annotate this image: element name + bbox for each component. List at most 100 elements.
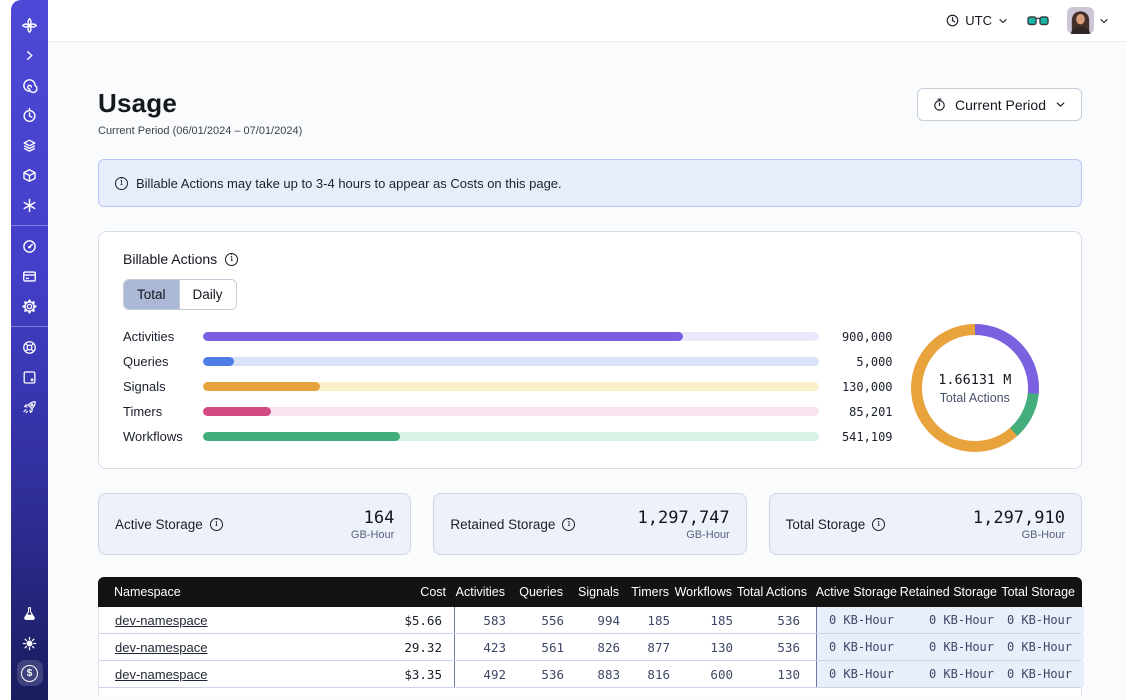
bar-value: 130,000 bbox=[831, 380, 893, 394]
clock-icon bbox=[945, 13, 960, 28]
info-icon[interactable]: i bbox=[210, 518, 223, 531]
table-cell: 0 KB-Hour bbox=[906, 661, 1006, 687]
bar-value: 541,109 bbox=[831, 430, 893, 444]
table-cell: 0 KB-Hour bbox=[1006, 607, 1084, 633]
storage-card-unit: GB-Hour bbox=[638, 529, 730, 541]
table-cell: 536 bbox=[741, 634, 816, 660]
page-header: Usage Current Period (06/01/2024 – 07/01… bbox=[98, 88, 1082, 137]
main-content: Usage Current Period (06/01/2024 – 07/01… bbox=[48, 42, 1126, 700]
storage-summary-row: Active Storage i 164 GB-Hour Retained St… bbox=[98, 493, 1082, 555]
info-icon[interactable]: i bbox=[872, 518, 885, 531]
namespace-link[interactable]: dev-namespace bbox=[115, 640, 208, 655]
donut-total-label: Total Actions bbox=[940, 391, 1010, 405]
bar-label: Timers bbox=[123, 404, 191, 419]
credits-dollar-icon[interactable]: $ bbox=[11, 658, 48, 688]
storage-card-label: Total Storage bbox=[786, 517, 866, 532]
cube-icon[interactable] bbox=[11, 160, 48, 190]
sidebar-divider bbox=[11, 326, 48, 327]
col-cost: Cost bbox=[351, 577, 454, 607]
namespace-link[interactable]: dev-namespace bbox=[115, 613, 208, 628]
table-cell: 536 bbox=[741, 607, 816, 633]
table-cell: 883 bbox=[572, 661, 628, 687]
bar-row: Activities900,000 bbox=[123, 324, 893, 349]
table-cell: 600 bbox=[678, 661, 741, 687]
period-selector-button[interactable]: Current Period bbox=[917, 88, 1082, 121]
storage-card-unit: GB-Hour bbox=[973, 529, 1065, 541]
col-total-storage: Total Storage bbox=[1005, 577, 1083, 607]
bar-fill bbox=[203, 432, 400, 441]
billable-actions-card: Billable Actions i Total Daily Activitie… bbox=[98, 231, 1082, 469]
info-banner: i Billable Actions may take up to 3-4 ho… bbox=[98, 159, 1082, 207]
bar-fill bbox=[203, 382, 320, 391]
temporal-logo-icon[interactable] bbox=[11, 10, 48, 40]
bar-track bbox=[203, 382, 819, 391]
billable-tabs: Total Daily bbox=[123, 279, 237, 310]
sidebar-divider bbox=[11, 225, 48, 226]
timezone-label: UTC bbox=[965, 13, 992, 28]
namespace-usage-table: Namespace Cost Activities Queries Signal… bbox=[98, 577, 1082, 696]
schedules-timer-icon[interactable] bbox=[11, 100, 48, 130]
col-retained-storage: Retained Storage bbox=[905, 577, 1005, 607]
bar-track bbox=[203, 432, 819, 441]
donut-zone: 1.66131 M Total Actions bbox=[893, 324, 1057, 452]
billable-bars: Activities900,000Queries5,000Signals130,… bbox=[123, 324, 893, 452]
bar-value: 5,000 bbox=[831, 355, 893, 369]
table-cell: 130 bbox=[741, 661, 816, 687]
table-row-partial bbox=[98, 688, 1082, 696]
storage-card-unit: GB-Hour bbox=[351, 529, 394, 541]
table-cell: 130 bbox=[678, 634, 741, 660]
table-cell: 816 bbox=[628, 661, 678, 687]
bar-label: Signals bbox=[123, 379, 191, 394]
user-menu[interactable] bbox=[1067, 7, 1110, 34]
namespace-cell: dev-namespace bbox=[99, 634, 352, 660]
chevron-down-icon bbox=[1098, 15, 1110, 27]
bar-row: Timers85,201 bbox=[123, 399, 893, 424]
total-storage-card: Total Storage i 1,297,910 GB-Hour bbox=[769, 493, 1082, 555]
info-icon[interactable]: i bbox=[562, 518, 575, 531]
expand-chevron-icon[interactable] bbox=[11, 40, 48, 70]
usage-gauge-icon[interactable] bbox=[11, 231, 48, 261]
info-icon[interactable]: i bbox=[225, 253, 238, 266]
namespace-cell: dev-namespace bbox=[99, 661, 352, 687]
settings-gear-icon[interactable] bbox=[11, 291, 48, 321]
table-cell: 0 KB-Hour bbox=[1006, 634, 1084, 660]
table-cell: 583 bbox=[455, 607, 514, 633]
col-queries: Queries bbox=[513, 577, 571, 607]
table-cell: 0 KB-Hour bbox=[816, 661, 906, 687]
table-cell: $5.66 bbox=[352, 607, 455, 633]
layers-icon[interactable] bbox=[11, 130, 48, 160]
namespaces-swirl-icon[interactable] bbox=[11, 70, 48, 100]
chevron-down-icon bbox=[1054, 98, 1067, 111]
active-storage-card: Active Storage i 164 GB-Hour bbox=[98, 493, 411, 555]
labs-flask-icon[interactable] bbox=[11, 598, 48, 628]
theme-sun-icon[interactable] bbox=[11, 628, 48, 658]
glasses-icon[interactable] bbox=[1027, 14, 1049, 28]
bar-value: 900,000 bbox=[831, 330, 893, 344]
docs-book-icon[interactable] bbox=[11, 362, 48, 392]
getting-started-rocket-icon[interactable] bbox=[11, 392, 48, 422]
table-cell: 0 KB-Hour bbox=[816, 607, 906, 633]
storage-card-label: Active Storage bbox=[115, 517, 203, 532]
bar-track bbox=[203, 332, 819, 341]
tab-daily[interactable]: Daily bbox=[179, 280, 236, 309]
support-lifebuoy-icon[interactable] bbox=[11, 332, 48, 362]
col-timers: Timers bbox=[627, 577, 677, 607]
storage-card-value: 1,297,910 bbox=[973, 508, 1065, 528]
storage-card-value: 164 bbox=[351, 508, 394, 528]
table-cell: 0 KB-Hour bbox=[1006, 661, 1084, 687]
col-signals: Signals bbox=[571, 577, 627, 607]
avatar bbox=[1067, 7, 1094, 34]
table-row: dev-namespace$3.354925368838166001300 KB… bbox=[99, 661, 1081, 688]
namespace-cell: dev-namespace bbox=[99, 607, 352, 633]
table-row: dev-namespace29.324235618268771305360 KB… bbox=[99, 634, 1081, 661]
bar-fill bbox=[203, 357, 234, 366]
col-total-actions: Total Actions bbox=[740, 577, 815, 607]
billable-title: Billable Actions bbox=[123, 251, 217, 267]
namespace-link[interactable]: dev-namespace bbox=[115, 667, 208, 682]
tab-total[interactable]: Total bbox=[124, 280, 179, 309]
sidebar: $ bbox=[11, 0, 48, 700]
timezone-selector[interactable]: UTC bbox=[945, 13, 1009, 28]
nexus-asterisk-icon[interactable] bbox=[11, 190, 48, 220]
billing-card-icon[interactable] bbox=[11, 261, 48, 291]
info-icon: i bbox=[115, 177, 128, 190]
